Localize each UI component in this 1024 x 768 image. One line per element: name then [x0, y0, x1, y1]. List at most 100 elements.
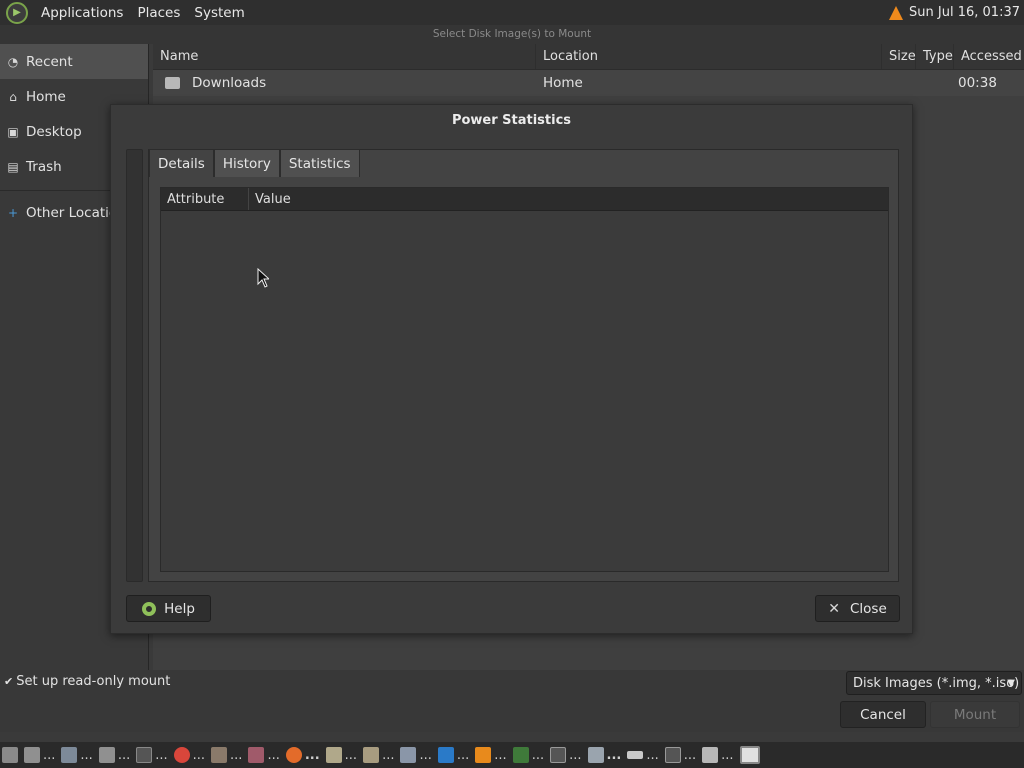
taskbar-label: ...: [494, 747, 507, 763]
taskbar-item[interactable]: ...: [627, 747, 659, 763]
help-button[interactable]: Help: [126, 595, 211, 622]
checkmark-icon: ✔: [4, 675, 14, 688]
taskbar-item[interactable]: ...: [136, 747, 168, 763]
power-statistics-dialog: Power Statistics Details History Statist…: [110, 104, 913, 634]
taskbar-item[interactable]: ...: [98, 747, 131, 763]
taskbar-item[interactable]: ...: [400, 747, 432, 763]
column-attribute[interactable]: Attribute: [161, 188, 249, 210]
device-list-pane[interactable]: [126, 149, 143, 582]
taskbar-item[interactable]: ...: [550, 747, 582, 763]
taskbar-label: ...: [456, 747, 470, 763]
folder-icon: [165, 77, 180, 89]
vscode-icon: [437, 747, 454, 763]
trash-icon: ▤: [7, 159, 19, 174]
taskbar-item[interactable]: ...: [587, 747, 622, 763]
file-row[interactable]: Downloads Home 00:38: [153, 70, 1024, 96]
taskbar-item[interactable]: [2, 747, 18, 763]
clock[interactable]: Sun Jul 16, 01:37: [909, 5, 1020, 20]
vlc-icon: [475, 747, 492, 763]
taskbar-item[interactable]: ...: [512, 747, 544, 763]
taskbar-item[interactable]: ...: [702, 747, 734, 763]
taskbar-label: ...: [117, 747, 131, 763]
tab-statistics[interactable]: Statistics: [279, 149, 360, 177]
firefox-icon: [285, 747, 302, 763]
taskbar-item[interactable]: ...: [664, 747, 696, 763]
system-monitor-icon: [512, 747, 529, 763]
menu-applications[interactable]: Applications: [34, 5, 130, 21]
file-list-header: Name Location Size Type Accessed: [153, 44, 1024, 70]
close-icon: ✕: [828, 600, 840, 617]
taskbar-label: ...: [155, 747, 168, 763]
taskbar-label: ...: [80, 747, 93, 763]
taskbar-item[interactable]: ...: [363, 747, 394, 763]
tab-details[interactable]: Details: [149, 149, 214, 177]
help-icon: [142, 601, 157, 616]
chrome-icon: [173, 747, 190, 763]
taskbar-item[interactable]: ...: [61, 747, 93, 763]
taskbar-label: ...: [721, 747, 734, 763]
details-table-header: Attribute Value: [161, 188, 888, 211]
taskbar-item[interactable]: ...: [285, 747, 320, 763]
file-location: Home: [543, 75, 583, 91]
power-statistics-icon: [702, 747, 719, 763]
taskbar-item[interactable]: ...: [173, 747, 206, 763]
column-size[interactable]: Size: [882, 44, 916, 69]
search-icon: [587, 747, 604, 763]
dialog-title: Power Statistics: [451, 113, 572, 128]
window-icon: [739, 746, 760, 764]
tab-history[interactable]: History: [213, 149, 280, 177]
column-type[interactable]: Type: [916, 44, 954, 69]
document-icon: [363, 747, 380, 763]
monitor-icon: [248, 747, 265, 763]
menu-places[interactable]: Places: [130, 5, 187, 21]
taskbar-item[interactable]: ...: [211, 747, 242, 763]
taskbar-item[interactable]: [739, 746, 760, 764]
document-icon: [325, 747, 342, 763]
desktop-icon: ▣: [7, 124, 19, 139]
folder-icon: [98, 747, 115, 763]
drive-icon: [211, 747, 228, 763]
mouse-pointer-icon: [257, 268, 269, 288]
close-button[interactable]: ✕ Close: [815, 595, 900, 622]
readonly-checkbox[interactable]: ✔ Set up read-only mount: [4, 674, 170, 689]
taskbar-label: ...: [43, 747, 56, 763]
taskbar-label: ...: [192, 747, 206, 763]
close-label: Close: [849, 600, 887, 617]
taskbar-label: ...: [304, 747, 320, 763]
taskbar-item[interactable]: ...: [437, 747, 470, 763]
taskbar-label: ...: [646, 747, 659, 763]
taskbar: ... ... ... ... ... ... ... ... ... ... …: [0, 742, 1024, 768]
taskbar-label: ...: [606, 747, 622, 763]
terminal-icon: [550, 747, 567, 763]
recent-icon: ◔: [7, 54, 19, 69]
file-name: Downloads: [192, 75, 267, 91]
tab-bar: Details History Statistics: [149, 149, 360, 177]
taskbar-item[interactable]: ...: [325, 747, 357, 763]
app-icon: [61, 747, 78, 763]
filter-dropdown[interactable]: Disk Images (*.img, *.iso) ▼: [846, 671, 1022, 695]
menu-system[interactable]: System: [187, 5, 251, 21]
tabs-area: Details History Statistics Attribute Val…: [148, 149, 899, 582]
place-label: Desktop: [26, 123, 82, 140]
taskbar-label: ...: [267, 747, 280, 763]
cancel-button[interactable]: Cancel: [840, 701, 926, 728]
mount-button[interactable]: Mount: [930, 701, 1020, 728]
column-accessed[interactable]: Accessed: [954, 44, 1024, 69]
chooser-window-title: Select Disk Image(s) to Mount: [0, 25, 1024, 44]
taskbar-item[interactable]: ...: [475, 747, 507, 763]
terminal-icon: [664, 747, 681, 763]
menu-logo-icon[interactable]: ▶: [6, 1, 28, 24]
taskbar-label: ...: [569, 747, 582, 763]
top-panel: ▶ Applications Places System Sun Jul 16,…: [0, 0, 1024, 25]
window-icon: [400, 747, 417, 763]
vlc-icon[interactable]: [889, 5, 904, 20]
details-table[interactable]: Attribute Value: [160, 187, 889, 572]
file-name-cell: Downloads: [153, 75, 543, 91]
column-value[interactable]: Value: [249, 188, 888, 210]
top-panel-tray: Sun Jul 16, 01:37: [889, 0, 1020, 25]
column-location[interactable]: Location: [536, 44, 882, 69]
place-recent[interactable]: ◔ Recent: [0, 44, 148, 79]
column-name[interactable]: Name: [153, 44, 536, 69]
taskbar-item[interactable]: ...: [24, 747, 55, 763]
taskbar-item[interactable]: ...: [248, 747, 280, 763]
